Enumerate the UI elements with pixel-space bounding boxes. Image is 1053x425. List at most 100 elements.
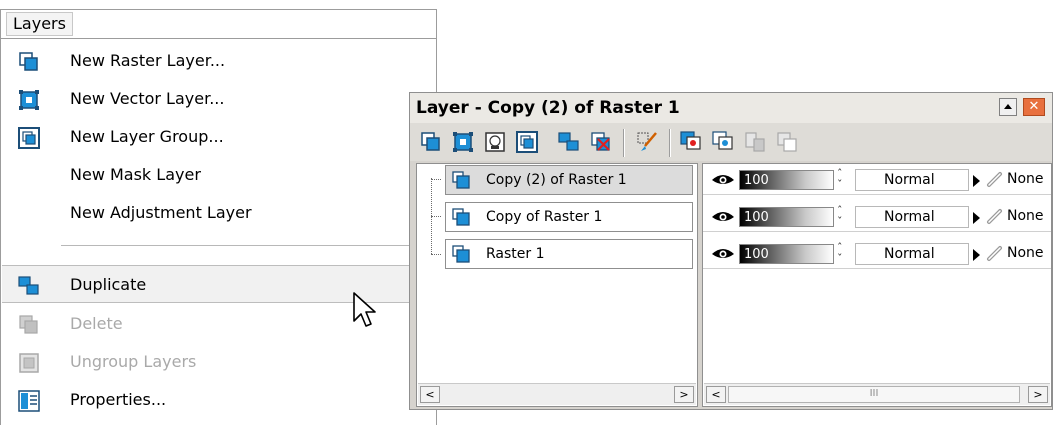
menu-item-label: Properties...: [70, 390, 167, 409]
visibility-eye-icon[interactable]: [711, 209, 735, 225]
layers-menu-title[interactable]: Layers: [6, 12, 73, 36]
new-mask-icon[interactable]: [484, 131, 506, 153]
menu-item-properties[interactable]: Properties...: [2, 381, 437, 419]
blend-mode-dropdown[interactable]: Normal: [855, 169, 969, 191]
scroll-thumb[interactable]: III: [728, 386, 1020, 403]
lock-icon[interactable]: [776, 131, 798, 153]
triangle-right-icon[interactable]: [973, 175, 980, 187]
layer-name: Raster 1: [486, 246, 545, 262]
layer-palette-window: Layer - Copy (2) of Raster 1 ✕ Copy (2) …: [409, 92, 1053, 410]
chevron-up-icon: [1004, 104, 1012, 109]
menu-item-new-adjustment-layer[interactable]: New Adjustment Layer: [2, 194, 437, 232]
layer-tree-panel: Copy (2) of Raster 1 Copy of Raster 1 Ra…: [416, 163, 698, 407]
opacity-spinner[interactable]: ˆˇ: [837, 205, 847, 229]
layer-row[interactable]: Copy (2) of Raster 1: [445, 165, 693, 195]
tree-connector: [431, 254, 441, 256]
new-raster-layer-icon: [19, 52, 38, 71]
layers-menu-dropdown: New Raster Layer... New Vector Layer... …: [0, 39, 437, 425]
layer-name: Copy of Raster 1: [486, 209, 603, 225]
menu-item-label: New Mask Layer: [70, 165, 201, 184]
ungroup-icon: [19, 353, 39, 373]
properties-icon: [18, 390, 40, 412]
layers-menu: Layers New Raster Layer... New Vector La…: [0, 0, 437, 425]
duplicate-icon: [18, 276, 39, 295]
chevron-left-icon: <: [711, 388, 721, 401]
layer-row[interactable]: Raster 1: [445, 239, 693, 269]
visibility-eye-icon[interactable]: [711, 246, 735, 262]
tree-connector: [431, 179, 441, 181]
opacity-slider[interactable]: 100: [739, 244, 834, 264]
properties-horizontal-scrollbar[interactable]: < III >: [704, 383, 1050, 405]
menu-item-label: New Layer Group...: [70, 127, 224, 146]
layer-properties-row: 100 ˆˇ Normal None: [703, 202, 1051, 232]
toolbar-separator: [669, 129, 671, 157]
menu-item-label: Duplicate: [70, 275, 147, 294]
close-button[interactable]: ✕: [1023, 98, 1045, 116]
menu-item-label: New Raster Layer...: [70, 51, 226, 70]
scroll-thumb-grip: III: [869, 388, 879, 399]
menu-separator: [61, 245, 428, 246]
new-raster-layer-icon[interactable]: [420, 131, 442, 153]
opacity-spinner[interactable]: ˆˇ: [837, 168, 847, 192]
blend-mode-dropdown[interactable]: Normal: [855, 243, 969, 265]
view-icon[interactable]: [680, 131, 702, 153]
duplicate-icon[interactable]: [558, 131, 580, 153]
raster-layer-icon: [452, 171, 470, 189]
menu-item-label: New Vector Layer...: [70, 89, 225, 108]
link-chain-icon[interactable]: [986, 171, 1004, 189]
blend-mode-value: Normal: [884, 246, 935, 262]
raster-layer-icon: [452, 245, 470, 263]
chevron-right-icon: >: [1033, 388, 1043, 401]
chevron-left-icon: <: [425, 388, 435, 401]
menu-item-new-mask-layer[interactable]: New Mask Layer: [2, 156, 437, 194]
tree-horizontal-scrollbar[interactable]: < >: [418, 383, 696, 405]
layer-properties-row: 100 ˆˇ Normal None: [703, 239, 1051, 269]
menu-item-new-raster-layer[interactable]: New Raster Layer...: [2, 42, 437, 80]
link-set-value: None: [1007, 245, 1044, 261]
delete-icon[interactable]: [590, 131, 612, 153]
menu-item-new-vector-layer[interactable]: New Vector Layer...: [2, 80, 437, 118]
palette-title-bar[interactable]: Layer - Copy (2) of Raster 1 ✕: [410, 93, 1052, 123]
layer-row[interactable]: Copy of Raster 1: [445, 202, 693, 232]
triangle-right-icon[interactable]: [973, 249, 980, 261]
merge-icon[interactable]: [744, 131, 766, 153]
new-layer-group-icon: [18, 127, 40, 149]
link-set-value: None: [1007, 171, 1044, 187]
scroll-left-button[interactable]: <: [706, 386, 726, 403]
triangle-right-icon[interactable]: [973, 212, 980, 224]
layer-name: Copy (2) of Raster 1: [486, 172, 627, 188]
edit-brush-icon[interactable]: [636, 131, 658, 153]
menu-bar: Layers: [0, 9, 437, 39]
opacity-value: 100: [744, 173, 769, 188]
link-chain-icon[interactable]: [986, 245, 1004, 263]
opacity-slider[interactable]: 100: [739, 170, 834, 190]
link-icon[interactable]: [712, 131, 734, 153]
link-set-value: None: [1007, 208, 1044, 224]
blend-mode-value: Normal: [884, 209, 935, 225]
rollup-button[interactable]: [999, 98, 1017, 116]
palette-toolbar: [410, 123, 1052, 161]
blend-mode-value: Normal: [884, 172, 935, 188]
chevron-right-icon: >: [679, 388, 689, 401]
menu-item-new-layer-group[interactable]: New Layer Group...: [2, 118, 437, 156]
blend-mode-dropdown[interactable]: Normal: [855, 206, 969, 228]
new-vector-layer-icon: [19, 90, 39, 110]
tree-connector: [431, 216, 441, 218]
opacity-value: 100: [744, 247, 769, 262]
menu-item-label: Delete: [70, 314, 123, 333]
opacity-slider[interactable]: 100: [739, 207, 834, 227]
visibility-eye-icon[interactable]: [711, 172, 735, 188]
scroll-right-button[interactable]: >: [1028, 386, 1048, 403]
delete-icon: [19, 315, 38, 334]
raster-layer-icon: [452, 208, 470, 226]
scroll-left-button[interactable]: <: [420, 386, 440, 403]
opacity-spinner[interactable]: ˆˇ: [837, 242, 847, 266]
new-vector-layer-icon[interactable]: [452, 131, 474, 153]
palette-title: Layer - Copy (2) of Raster 1: [416, 98, 680, 118]
link-chain-icon[interactable]: [986, 208, 1004, 226]
menu-item-label: New Adjustment Layer: [70, 203, 252, 222]
new-layer-group-icon[interactable]: [516, 131, 538, 153]
opacity-value: 100: [744, 210, 769, 225]
scroll-right-button[interactable]: >: [674, 386, 694, 403]
menu-item-ungroup-layers[interactable]: Ungroup Layers: [2, 343, 437, 381]
